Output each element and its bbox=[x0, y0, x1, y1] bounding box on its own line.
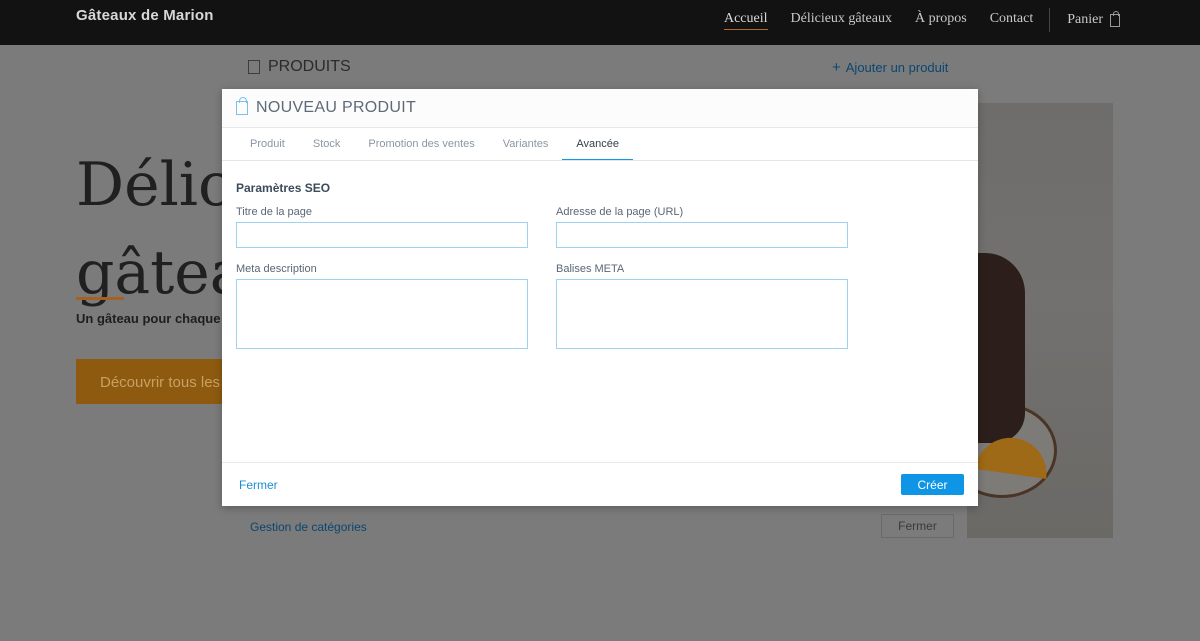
meta-description-label: Meta description bbox=[236, 263, 317, 275]
shopping-bag-icon bbox=[1110, 10, 1120, 27]
hero-title-line1: Délici bbox=[76, 150, 222, 220]
page-url-input[interactable] bbox=[556, 222, 848, 248]
shopping-bag-icon bbox=[248, 60, 260, 74]
products-panel-title-text: PRODUITS bbox=[268, 58, 351, 75]
hero-cake-photo bbox=[967, 103, 1113, 538]
tab-stock[interactable]: Stock bbox=[299, 128, 355, 160]
products-panel-title: PRODUITS bbox=[248, 58, 351, 76]
modal-title: NOUVEAU PRODUIT bbox=[256, 99, 417, 116]
page-title-label: Titre de la page bbox=[236, 206, 313, 218]
site-brand[interactable]: Gâteaux de Marion bbox=[76, 7, 214, 24]
nav-item-contact[interactable]: Contact bbox=[990, 11, 1034, 29]
add-product-link[interactable]: + Ajouter un produit bbox=[832, 59, 948, 76]
modal-footer: Fermer Créer bbox=[222, 462, 978, 506]
nav-item-accueil[interactable]: Accueil bbox=[723, 11, 768, 30]
site-header: Gâteaux de Marion Accueil Délicieux gâte… bbox=[0, 0, 1200, 45]
meta-description-textarea[interactable] bbox=[236, 279, 528, 349]
cart-label: Panier bbox=[1067, 12, 1103, 27]
tab-produit[interactable]: Produit bbox=[236, 128, 299, 160]
hero-title: Délici gâtea bbox=[76, 141, 222, 317]
modal-header: NOUVEAU PRODUIT bbox=[222, 89, 978, 128]
modal-close-link[interactable]: Fermer bbox=[239, 478, 278, 492]
shopping-bag-icon bbox=[236, 97, 248, 115]
nav-item-delicieux-gateaux[interactable]: Délicieux gâteaux bbox=[791, 11, 892, 29]
meta-tags-textarea[interactable] bbox=[556, 279, 848, 349]
tab-promotion-des-ventes[interactable]: Promotion des ventes bbox=[354, 128, 488, 160]
meta-tags-label: Balises META bbox=[556, 263, 625, 275]
modal-tabs: Produit Stock Promotion des ventes Varia… bbox=[222, 128, 978, 161]
nav-item-a-propos[interactable]: À propos bbox=[915, 11, 967, 29]
nav-divider bbox=[1049, 8, 1051, 32]
create-button[interactable]: Créer bbox=[901, 474, 964, 495]
cart-link[interactable]: Panier bbox=[1067, 10, 1120, 28]
seo-section-title: Paramètres SEO bbox=[236, 181, 331, 195]
hero-title-line2: gâtea bbox=[76, 238, 222, 308]
hero-subtitle: Un gâteau pour chaque bbox=[76, 311, 221, 326]
manage-categories-link[interactable]: Gestion de catégories bbox=[250, 520, 367, 534]
hero-cta-button[interactable]: Découvrir tous les bbox=[76, 359, 222, 404]
modal-body: Paramètres SEO Titre de la page Adresse … bbox=[222, 161, 978, 462]
main-nav: Accueil Délicieux gâteaux À propos Conta… bbox=[701, 8, 1120, 32]
page-url-label: Adresse de la page (URL) bbox=[556, 206, 684, 218]
add-product-label: Ajouter un produit bbox=[845, 60, 949, 75]
new-product-modal: NOUVEAU PRODUIT Produit Stock Promotion … bbox=[222, 89, 978, 506]
page-title-input[interactable] bbox=[236, 222, 528, 248]
hero-underline bbox=[76, 297, 124, 300]
products-panel-close-button[interactable]: Fermer bbox=[881, 514, 954, 538]
tab-variantes[interactable]: Variantes bbox=[489, 128, 563, 160]
tab-avancee[interactable]: Avancée bbox=[562, 128, 634, 160]
plus-icon: + bbox=[832, 59, 841, 76]
